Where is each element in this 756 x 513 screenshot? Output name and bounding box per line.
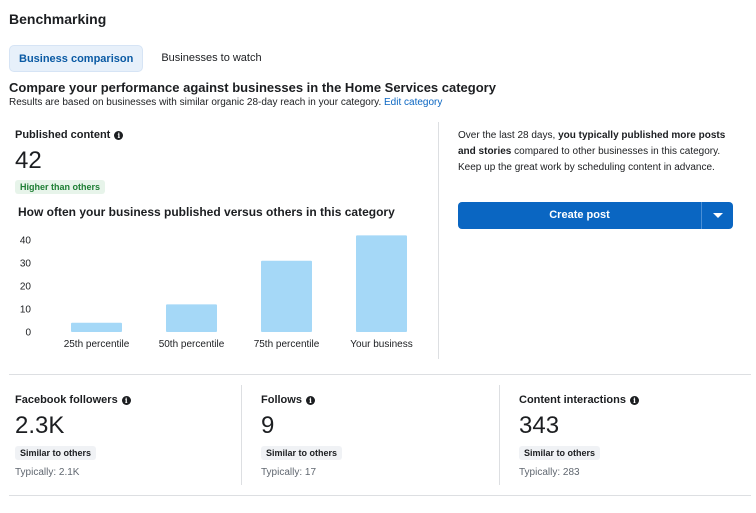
status-badge: Similar to others (261, 446, 343, 460)
section-subtitle: Results are based on businesses with sim… (9, 97, 442, 108)
create-post-split-button: Create post (458, 202, 733, 229)
section-subtitle-text: Results are based on businesses with sim… (9, 97, 382, 108)
typical-value: Typically: 17 (261, 467, 317, 478)
x-tick-label: 25th percentile (64, 339, 130, 350)
status-badge: Similar to others (15, 446, 97, 460)
y-tick-label: 30 (20, 259, 32, 270)
stat-value: 343 (519, 412, 560, 439)
page-title: Benchmarking (9, 11, 107, 27)
typical-value: Typically: 2.1K (15, 467, 80, 478)
tab-businesses-to-watch[interactable]: Businesses to watch (152, 45, 270, 72)
chart-bar[interactable] (261, 260, 312, 332)
divider (9, 495, 751, 496)
stat-follows: Follows i 9 Similar to others Typically:… (261, 394, 343, 478)
status-badge: Higher than others (15, 180, 106, 194)
stat-label: Content interactions i (519, 394, 639, 406)
y-tick-label: 40 (20, 236, 32, 247)
insight-text-before: Over the last 28 days, (458, 130, 559, 141)
card-divider (438, 122, 439, 359)
y-tick-label: 0 (25, 328, 31, 339)
chart-bar[interactable] (166, 304, 217, 332)
typical-value: Typically: 283 (519, 467, 580, 478)
x-tick-label: Your business (350, 339, 412, 350)
published-content-value: 42 (15, 147, 42, 174)
divider (241, 385, 242, 485)
section-title: Compare your performance against busines… (9, 80, 496, 95)
x-tick-label: 50th percentile (159, 339, 225, 350)
stat-label: Follows i (261, 394, 342, 406)
create-post-dropdown-button[interactable] (702, 202, 733, 229)
x-tick-label: 75th percentile (254, 339, 320, 350)
insight-text: Over the last 28 days, you typically pub… (458, 128, 734, 176)
chart-bar[interactable] (71, 322, 122, 332)
tab-business-comparison[interactable]: Business comparison (9, 45, 144, 72)
caret-down-icon (712, 213, 723, 218)
stat-content-interactions: Content interactions i 343 Similar to ot… (519, 394, 639, 478)
create-post-button[interactable]: Create post (458, 202, 701, 229)
published-content-card: Published content i 42 Higher than other… (9, 122, 439, 362)
status-badge: Similar to others (519, 446, 601, 460)
chart-title: How often your business published versus… (18, 205, 395, 219)
info-icon[interactable]: i (121, 395, 131, 405)
info-icon[interactable]: i (629, 395, 639, 405)
stat-label-text: Facebook followers (15, 394, 118, 406)
divider (9, 374, 751, 375)
stat-value: 2.3K (15, 412, 65, 439)
chart-bar[interactable] (356, 235, 407, 332)
divider (499, 385, 500, 485)
edit-category-link[interactable]: Edit category (384, 97, 442, 108)
stat-label-text: Content interactions (519, 394, 626, 406)
stat-label-text: Follows (261, 394, 302, 406)
info-icon[interactable]: i (114, 130, 124, 140)
y-tick-label: 10 (20, 305, 32, 316)
stat-value: 9 (261, 412, 275, 439)
published-content-label: Published content i (15, 129, 124, 141)
tab-bar: Business comparison Businesses to watch (9, 45, 271, 72)
published-content-label-text: Published content (15, 129, 111, 141)
stat-facebook-followers: Facebook followers i 2.3K Similar to oth… (15, 394, 131, 478)
y-tick-label: 20 (20, 282, 32, 293)
info-icon[interactable]: i (305, 395, 315, 405)
insight-panel: Over the last 28 days, you typically pub… (458, 128, 734, 176)
published-content-chart: 0 10 20 30 40 25th percentile 50th percentile 7… (20, 235, 413, 350)
stat-label: Facebook followers i (15, 394, 131, 406)
